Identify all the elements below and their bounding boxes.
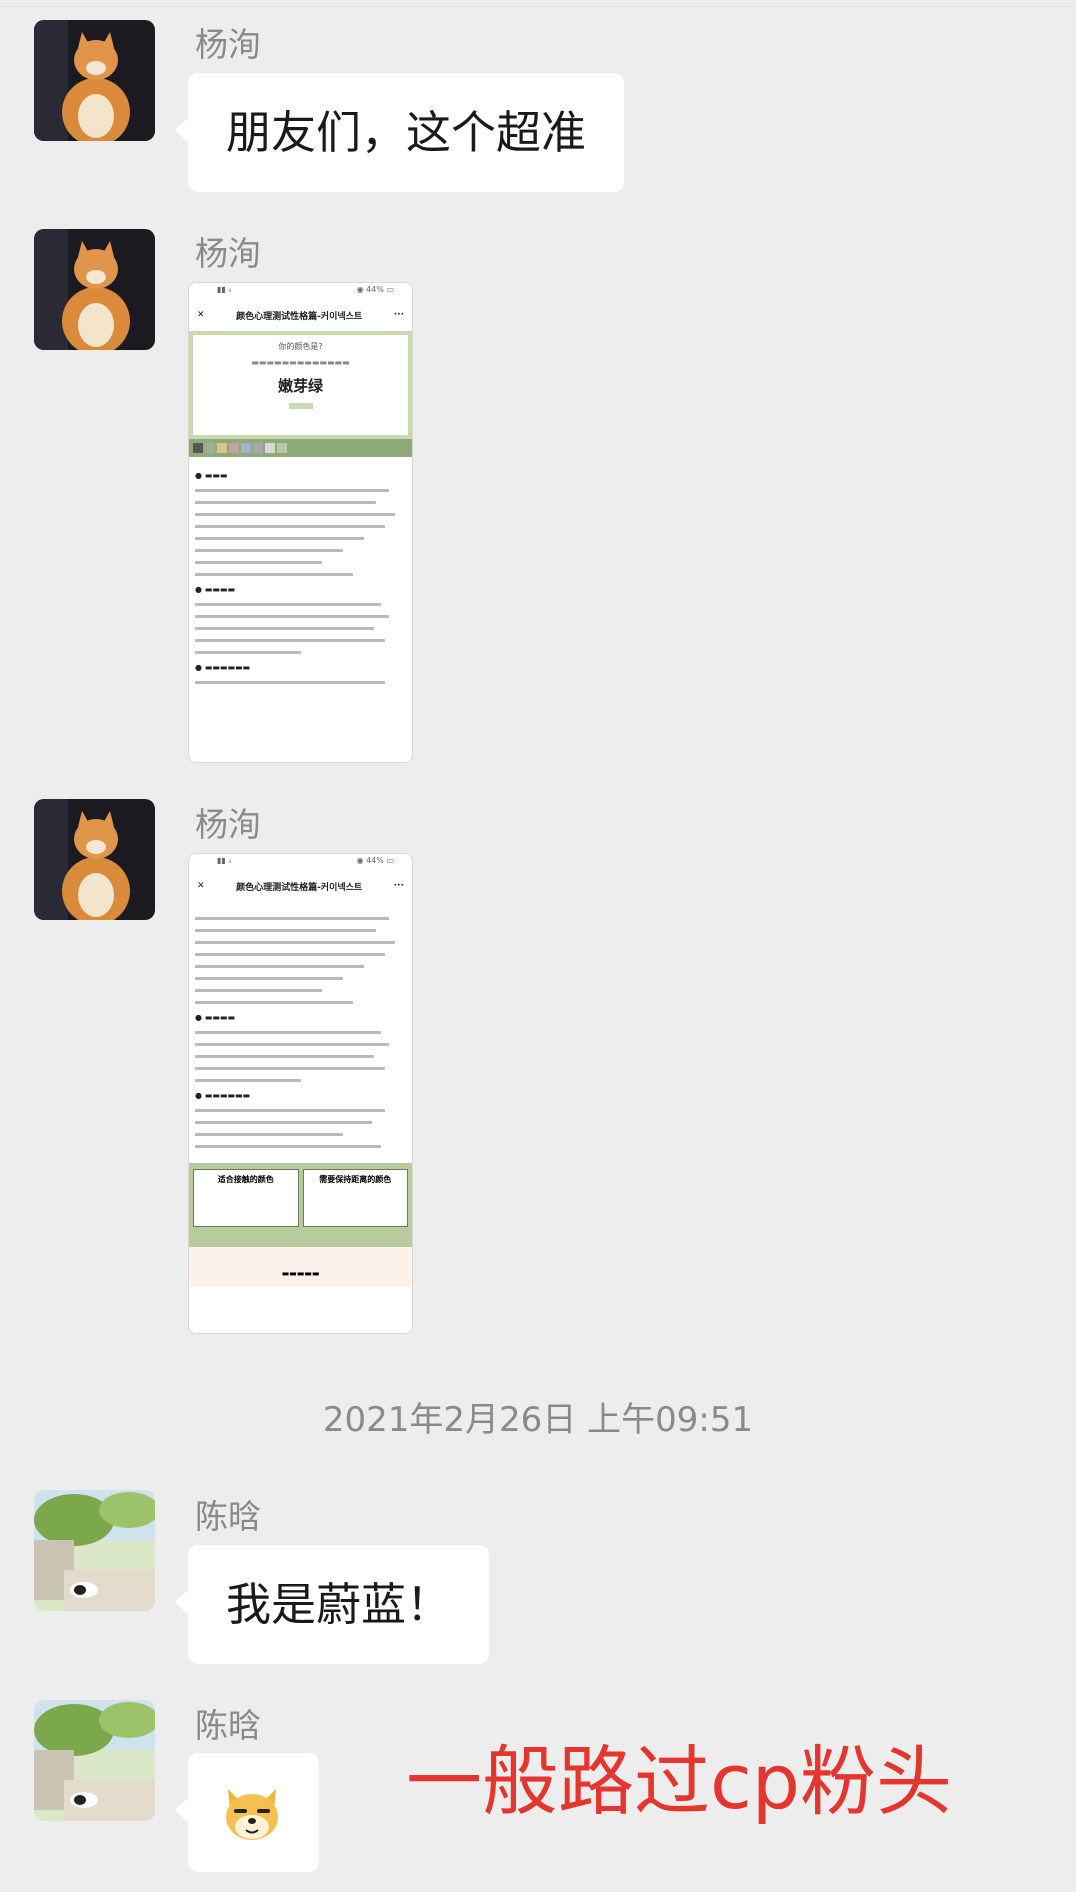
sender-name: 杨洵 xyxy=(195,234,261,273)
avatar-cat-orange[interactable] xyxy=(34,229,155,350)
avatar-cat-orange[interactable] xyxy=(34,799,155,920)
mini-title-bar: ✕ 颜色心理测试性格篇-커이넥스트 ··· xyxy=(197,881,404,893)
mini-text-lines: ● ▬▬▬ ● ▬▬▬▬ ● ▬▬▬▬▬▬ xyxy=(189,457,412,699)
sender-name: 杨洵 xyxy=(195,25,261,64)
mini-result-panel: 你的颜色是? ▬▬▬▬▬▬▬▬▬▬▬▬▬ 嫩芽绿 xyxy=(189,331,412,439)
mini-status-bar: ▮▮ ᵢₗ ◉ 44% ▭ xyxy=(217,285,394,294)
avatar-cat-garden[interactable] xyxy=(34,1490,155,1611)
mini-color-boxes: 适合接触的颜色 需要保持距离的颜色 xyxy=(189,1163,412,1233)
text-message-bubble[interactable]: 朋友们，这个超准 xyxy=(174,73,625,192)
mini-title-bar: ✕ 颜色心理测试性格篇-커이넥스트 ··· xyxy=(197,310,404,322)
sticker-message-bubble[interactable] xyxy=(175,1753,319,1872)
avatar-cat-orange[interactable] xyxy=(34,20,155,141)
chat-timestamp: 2021年2月26日 上午09:51 xyxy=(322,1400,754,1440)
top-divider xyxy=(0,6,1076,7)
mini-text-lines: ● ▬▬▬▬ ● ▬▬▬▬▬▬ xyxy=(189,902,412,1163)
overlay-caption: 一般路过cp粉头 xyxy=(406,1737,953,1826)
mini-swatches xyxy=(189,439,412,457)
image-message[interactable]: ▮▮ ᵢₗ ◉ 44% ▭ ✕ 颜色心理测试性格篇-커이넥스트 ··· ● ▬▬▬▬ … xyxy=(188,853,413,1334)
image-message[interactable]: ▮▮ ᵢₗ ◉ 44% ▭ ✕ 颜色心理测试性格篇-커이넥스트 ··· 你的颜色是? … xyxy=(188,282,413,763)
mini-footer: ▬▬▬▬▬ xyxy=(189,1247,412,1287)
mini-green-strip xyxy=(189,1233,412,1247)
sender-name: 陈晗 xyxy=(195,1706,261,1745)
avatar-cat-garden[interactable] xyxy=(34,1700,155,1821)
doge-emoji-icon xyxy=(226,1789,278,1840)
sender-name: 杨洵 xyxy=(195,805,261,844)
mini-status-bar: ▮▮ ᵢₗ ◉ 44% ▭ xyxy=(217,856,394,865)
sender-name: 陈晗 xyxy=(195,1497,261,1536)
text-message-bubble[interactable]: 我是蔚蓝！ xyxy=(174,1545,490,1664)
